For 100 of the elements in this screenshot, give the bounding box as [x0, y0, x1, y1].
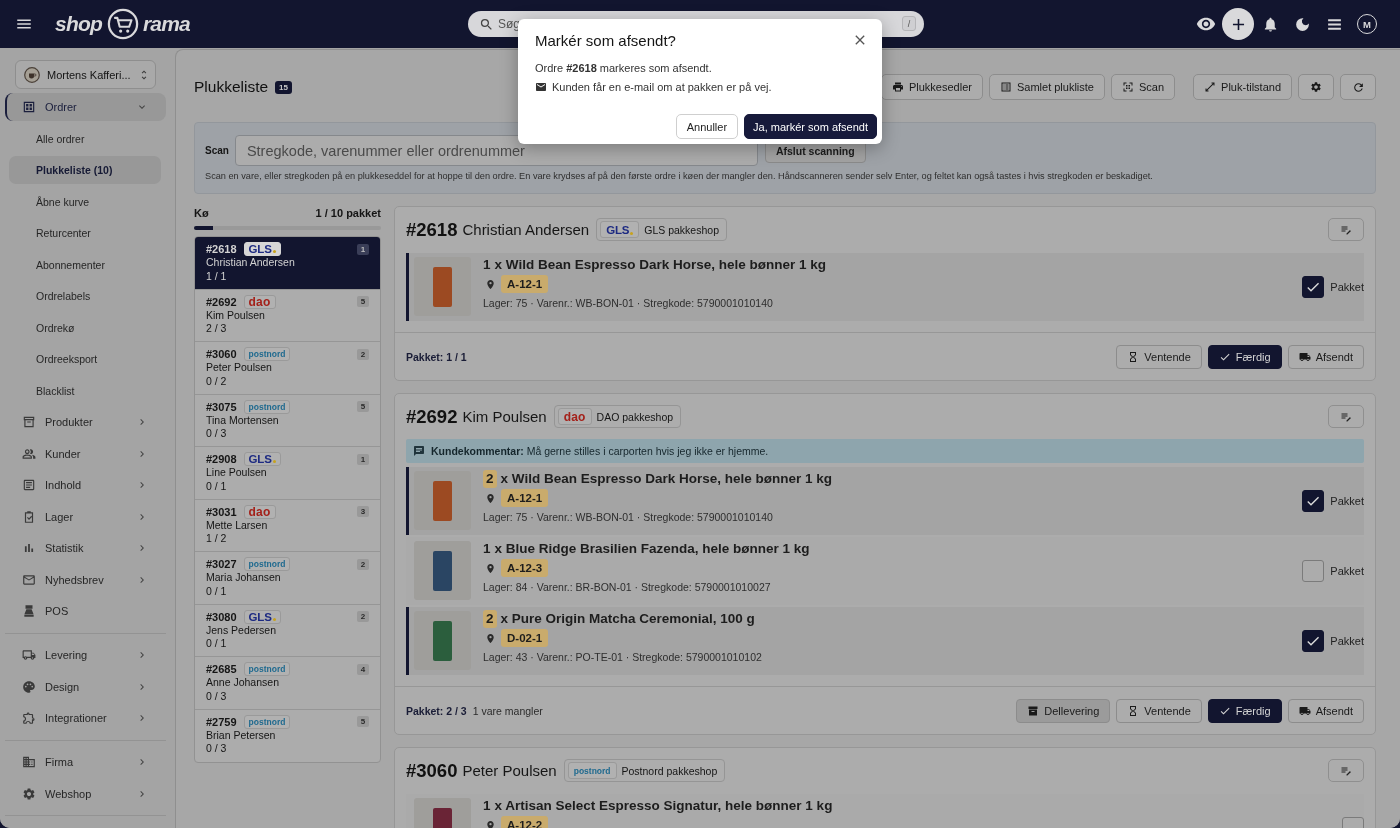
product-name: x Wild Bean Espresso Dark Horse, hele bønner 1 kg — [500, 470, 832, 488]
carrier-logo: postnord — [243, 662, 291, 676]
queue-item[interactable]: #2908 GLS 1 Line Poulsen 0 / 1 — [195, 447, 380, 500]
queue-item[interactable]: #2759 postnord 5 Brian Petersen 0 / 3 — [195, 709, 380, 762]
queue-item[interactable]: #3027 postnord 2 Maria Johansen 0 / 1 — [195, 552, 380, 605]
order-number: #2692 — [206, 295, 237, 308]
checkbox[interactable] — [1302, 490, 1325, 512]
building-icon — [22, 755, 36, 769]
customer-name: Kim Poulsen — [462, 408, 547, 425]
nav-item[interactable]: Ordrer — [5, 93, 166, 121]
item-count-badge: 5 — [357, 401, 369, 412]
order-number: #3027 — [206, 558, 237, 570]
packed-progress: 0 / 1 — [206, 584, 228, 598]
nav-item[interactable]: Kunder — [5, 439, 166, 468]
note-button[interactable] — [1328, 218, 1364, 241]
document-icon — [22, 478, 36, 492]
nav-item[interactable]: POS — [5, 597, 166, 625]
toolbar-button[interactable]: Plukkesedler — [880, 74, 983, 100]
scan-label: Scan — [205, 145, 229, 156]
dialog-note: Kunden får en e-mail om at pakken er på vej. — [552, 81, 772, 93]
status-button[interactable]: Ventende — [1116, 699, 1202, 723]
location-tag: D-02-1 — [501, 629, 549, 647]
product-name: x Blue Ridge Brasilien Fazenda, hele bønner 1 kg — [494, 540, 810, 558]
nav-subitem[interactable]: Blacklist — [9, 376, 161, 405]
toolbar-button[interactable]: Pluk-tilstand — [1193, 74, 1292, 100]
queue-item[interactable]: #3075 postnord 5 Tina Mortensen 0 / 3 — [195, 394, 380, 447]
status-button[interactable]: Ventende — [1116, 345, 1202, 369]
nav-item[interactable]: Webshop — [5, 779, 166, 808]
product-details: Lager: 75 · Varenr.: WB-BON-01 · Stregkode: 5790001010140 — [483, 510, 774, 525]
nav-item[interactable]: Indhold — [5, 471, 166, 499]
status-button[interactable]: Afsendt — [1287, 699, 1364, 723]
order-number: #2759 — [206, 715, 237, 728]
check-icon — [1218, 351, 1231, 363]
nav-subitem[interactable]: Åbne kurve — [9, 187, 161, 216]
queue-item[interactable]: #2692 dao 5 Kim Poulsen 2 / 3 — [195, 289, 380, 342]
nav-subitem[interactable]: Abonnementer — [9, 250, 161, 279]
queue-title: Kø — [194, 207, 209, 219]
checkbox[interactable] — [1302, 630, 1325, 652]
carrier-logo: GLS — [243, 452, 281, 466]
missing-items-text: 1 vare mangler — [472, 705, 543, 717]
product-details: Lager: 75 · Varenr.: WB-BON-01 · Stregkode: 5790001010140 — [483, 296, 774, 311]
status-button[interactable]: Færdig — [1207, 699, 1282, 723]
store-selector[interactable]: Mortens Kafferi... — [15, 60, 156, 89]
status-button[interactable]: Dellevering — [1016, 699, 1111, 723]
nav-item[interactable]: Levering — [5, 641, 166, 669]
nav-item[interactable]: Firma — [5, 748, 166, 776]
product-details: Lager: 43 · Varenr.: PO-TE-01 · Stregkode: 5790001010102 — [483, 650, 762, 665]
note-button[interactable] — [1328, 759, 1364, 782]
confirm-button[interactable]: Ja, markér som afsendt — [744, 114, 877, 139]
queue-summary: 1 / 10 pakket — [315, 207, 381, 219]
truck-icon — [1298, 351, 1311, 363]
product-name: x Pure Origin Matcha Ceremonial, 100 g — [500, 610, 755, 628]
people-icon — [22, 446, 36, 461]
queue-item[interactable]: #2618 GLS 1 Christian Andersen 1 / 1 — [195, 237, 380, 290]
nav-subitem[interactable]: Ordrekø — [9, 313, 161, 342]
queue-item[interactable]: #3080 GLS 2 Jens Pedersen 0 / 1 — [195, 604, 380, 657]
status-button[interactable]: Færdig — [1207, 345, 1282, 369]
checkbox[interactable] — [1302, 560, 1325, 582]
archive-box-icon — [22, 415, 36, 429]
queue-item[interactable]: #3060 postnord 2 Peter Poulsen 0 / 2 — [195, 342, 380, 395]
customer-name: Peter Poulsen — [206, 361, 273, 375]
nav-item[interactable]: Statistik — [5, 534, 166, 562]
nav-item[interactable]: Nyhedsbrev — [5, 565, 166, 594]
checkbox[interactable] — [1302, 276, 1325, 298]
nav-subitem[interactable]: Alle ordrer — [9, 124, 161, 153]
cancel-button[interactable]: Annuller — [675, 114, 739, 139]
status-button[interactable]: Afsendt — [1287, 345, 1364, 369]
settings-button[interactable] — [1298, 74, 1334, 100]
queue-item[interactable]: #3031 dao 3 Mette Larsen 1 / 2 — [195, 499, 380, 552]
nav-subitem[interactable]: Ordreeksport — [9, 345, 161, 373]
dialog-title: Markér som afsendt? — [535, 31, 676, 49]
order-number: #2692 — [406, 405, 458, 428]
cart-logo-icon — [106, 8, 139, 40]
nav-item[interactable]: Produkter — [5, 408, 166, 436]
check-icon — [1218, 705, 1231, 717]
nav-item[interactable]: Design — [5, 672, 166, 701]
clipboard-check-icon — [22, 509, 36, 524]
toolbar-button[interactable]: Samlet plukliste — [988, 74, 1105, 100]
location-tag: A-12-3 — [501, 559, 549, 577]
nav-subitem[interactable]: Ordrelabels — [9, 282, 161, 310]
moon-icon[interactable] — [1293, 15, 1311, 33]
nav-subitem[interactable]: Plukkeliste (10) — [9, 156, 161, 184]
note-button[interactable] — [1328, 405, 1364, 428]
queue-item[interactable]: #2685 postnord 4 Anne Johansen 0 / 3 — [195, 657, 380, 710]
nav-item[interactable]: Integrationer — [5, 704, 166, 732]
toolbar-button[interactable]: Scan — [1111, 74, 1176, 100]
order-number: #2908 — [206, 453, 237, 465]
item-count-badge: 1 — [357, 243, 369, 255]
printer-icon — [891, 81, 904, 93]
shipping-method-label: DAO pakkeshop — [596, 410, 674, 423]
refresh-button[interactable] — [1340, 74, 1376, 100]
order-number: #2618 — [406, 218, 458, 241]
packed-summary: Pakket: 2 / 3 — [406, 705, 467, 717]
carrier-logo: postnord — [567, 762, 617, 779]
add-button[interactable] — [1222, 8, 1254, 40]
nav-item[interactable]: Lager — [5, 502, 166, 531]
order-number: #2618 — [206, 243, 237, 255]
count-badge: 15 — [275, 80, 292, 94]
nav-subitem[interactable]: Returcenter — [9, 219, 161, 247]
customer-name: Peter Poulsen — [462, 762, 557, 779]
